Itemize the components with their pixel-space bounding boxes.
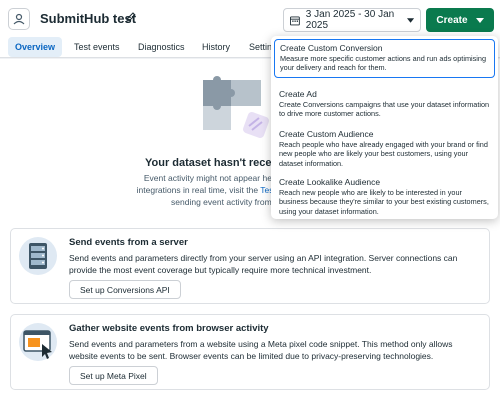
menu-item-description: Create Conversions campaigns that use yo… [279, 99, 490, 118]
menu-item-description: Reach people who have already engaged wi… [279, 140, 488, 168]
browser-icon [19, 323, 57, 361]
tab-history[interactable]: History [195, 37, 237, 57]
tab-diagnostics[interactable]: Diagnostics [131, 37, 192, 57]
card-description: Send events and parameters from a websit… [69, 339, 453, 361]
tab-overview[interactable]: Overview [8, 37, 63, 57]
calendar-icon [290, 15, 300, 25]
card-description: Send events and parameters directly from… [69, 253, 458, 275]
card-title: Gather website events from browser activ… [69, 323, 269, 334]
tab-test-events[interactable]: Test events [67, 37, 127, 57]
dataset-icon [8, 8, 30, 30]
menu-item-title: Create Lookalike Audience [279, 177, 381, 188]
setup-meta-pixel-button[interactable]: Set up Meta Pixel [69, 366, 158, 385]
create-dropdown-menu: Create Custom Conversion Measure more sp… [271, 36, 498, 219]
setup-conversions-api-button[interactable]: Set up Conversions API [69, 280, 181, 299]
page-title: SubmitHub test [40, 11, 137, 26]
browser-events-card: Gather website events from browser activ… [10, 314, 490, 390]
server-events-card: Send events from a server Send events an… [10, 228, 490, 304]
menu-item-title: Create Ad [279, 88, 317, 99]
page-header: SubmitHub test 3 Jan 2025 - 30 Jan 2025 … [0, 0, 500, 36]
server-icon [19, 237, 57, 275]
card-title: Send events from a server [69, 237, 188, 248]
menu-item-create-custom-audience[interactable]: Create Custom Audience Reach people who … [274, 126, 495, 172]
create-button-label: Create [436, 14, 468, 26]
menu-item-create-ad[interactable]: Create Ad Create Conversions campaigns t… [274, 86, 495, 123]
pencil-icon[interactable] [125, 11, 137, 23]
date-range-label: 3 Jan 2025 - 30 Jan 2025 [305, 9, 395, 31]
menu-item-create-lookalike-audience[interactable]: Create Lookalike Audience Reach new peop… [274, 174, 495, 220]
menu-item-description: Measure more specific customer actions a… [280, 54, 487, 73]
menu-item-title: Create Custom Audience [279, 129, 374, 140]
chevron-down-icon [475, 17, 484, 23]
menu-item-create-custom-conversion[interactable]: Create Custom Conversion Measure more sp… [274, 39, 495, 78]
menu-item-description: Reach new people who are likely to be in… [279, 188, 489, 216]
chevron-down-icon [406, 17, 414, 23]
empty-state-text: integrations in real time, visit the [136, 185, 261, 195]
date-range-picker[interactable]: 3 Jan 2025 - 30 Jan 2025 [283, 8, 421, 32]
create-button[interactable]: Create [426, 8, 494, 32]
puzzle-illustration [203, 76, 269, 138]
menu-item-title: Create Custom Conversion [280, 43, 383, 53]
